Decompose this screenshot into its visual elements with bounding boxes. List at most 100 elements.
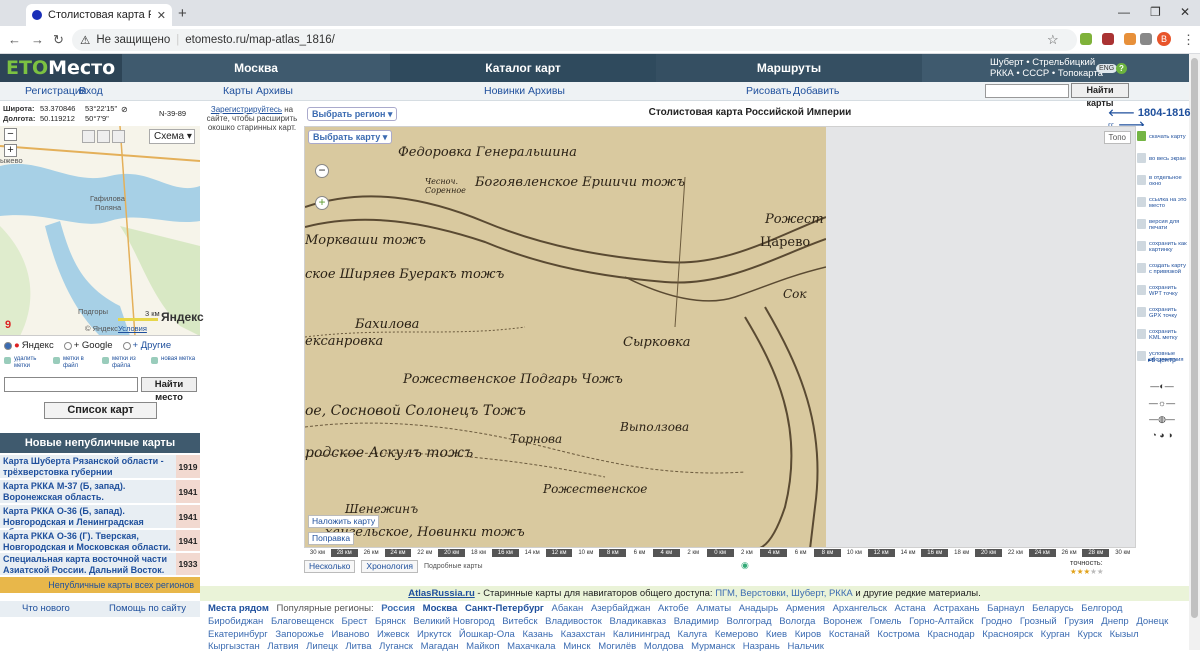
new-map-item[interactable]: Карта Шуберта Рязанской области - трёхве… <box>0 455 200 479</box>
city-link[interactable]: Казань <box>522 629 553 640</box>
new-map-item[interactable]: Карта РККА М-37 (Б, запад). Воронежская … <box>0 480 200 504</box>
city-link[interactable]: Великий Новгород <box>413 616 494 627</box>
center-button[interactable]: ▸в центр <box>1146 356 1178 366</box>
section-catalog[interactable]: Каталог карт <box>390 54 656 82</box>
detailed-maps-label[interactable]: Подробные карты <box>424 563 482 570</box>
menu-dots-icon[interactable]: ⋮ <box>1182 32 1195 48</box>
city-link[interactable]: Вологда <box>779 616 815 627</box>
city-link[interactable]: Беларусь <box>1032 603 1074 614</box>
new-map-item[interactable]: Специальная карта восточной части Азиатс… <box>0 553 200 576</box>
address-bar[interactable]: ⚠ Не защищено | etomesto.ru/map-atlas_18… <box>72 29 1077 51</box>
find-place-button[interactable]: Найти место <box>141 377 197 403</box>
atlas-link[interactable]: AtlasRussia.ru <box>408 588 475 599</box>
city-link[interactable]: Волгоград <box>727 616 772 627</box>
city-link[interactable]: Майкоп <box>466 641 499 652</box>
new-tab-icon[interactable]: + <box>178 5 187 22</box>
city-link[interactable]: Брянск <box>375 616 406 627</box>
news-link[interactable]: Новинки <box>484 85 525 97</box>
city-link[interactable]: Биробиджан <box>208 616 263 627</box>
map-list-button[interactable]: Список карт <box>44 402 157 419</box>
city-link[interactable]: Донецк <box>1136 616 1168 627</box>
delete-marks-button[interactable]: удалить метки <box>4 356 49 369</box>
map-tool-item[interactable]: скачать карту <box>1137 126 1189 148</box>
provider-other[interactable]: + Другие <box>122 340 171 351</box>
city-link[interactable]: Могилёв <box>598 641 636 652</box>
city-link[interactable]: Краснодар <box>927 629 974 640</box>
map-tool-item[interactable]: сохранить KML метку <box>1137 324 1189 346</box>
city-link[interactable]: Иркутск <box>417 629 451 640</box>
language-toggle[interactable]: ENG <box>1096 64 1118 73</box>
compass-icon[interactable]: ⊘ <box>121 105 128 114</box>
city-link[interactable]: Екатеринбург <box>208 629 268 640</box>
city-link[interactable]: Махачкала <box>507 641 555 652</box>
header-projects[interactable]: Шуберт • Стрельбицкий РККА • СССР • Топо… <box>990 57 1103 79</box>
city-link[interactable]: Архангельск <box>833 603 887 614</box>
city-link[interactable]: Нальчик <box>788 641 824 652</box>
page-scrollbar[interactable] <box>1189 54 1200 650</box>
city-link[interactable]: Калининград <box>613 629 670 640</box>
maps-link[interactable]: Карты <box>223 85 253 97</box>
city-link[interactable]: Красноярск <box>982 629 1033 640</box>
provider-google[interactable]: + Google <box>63 340 113 351</box>
city-link[interactable]: Анадырь <box>739 603 778 614</box>
map-tool-item[interactable]: в отдельное окно <box>1137 170 1189 192</box>
city-link[interactable]: Кострома <box>877 629 919 640</box>
region-link[interactable]: Москва <box>423 603 458 614</box>
close-window-icon[interactable]: ✕ <box>1180 5 1190 19</box>
rotate-icons[interactable]: ◔ ◕ ◑ <box>1146 430 1178 440</box>
city-link[interactable]: Иваново <box>332 629 370 640</box>
topo-toggle[interactable]: Топо <box>1103 131 1131 144</box>
city-link[interactable]: Днепр <box>1101 616 1128 627</box>
city-link[interactable]: Белгород <box>1081 603 1122 614</box>
city-link[interactable]: Киев <box>766 629 787 640</box>
city-link[interactable]: Назрань <box>743 641 780 652</box>
map-viewport[interactable]: Федоровка Генеральшина Богоявленское Ерш… <box>304 126 1136 548</box>
find-maps-input[interactable] <box>985 84 1069 98</box>
whats-new-link[interactable]: Что нового <box>22 603 70 614</box>
map-tool-item[interactable]: сохранить WPT точку <box>1137 280 1189 302</box>
new-map-item[interactable]: Карта РККА О-36 (Б, запад). Новгородская… <box>0 505 200 537</box>
city-link[interactable]: Магадан <box>421 641 459 652</box>
city-link[interactable]: Йошкар-Ола <box>459 629 515 640</box>
map-zoom-out-button[interactable]: − <box>315 164 329 178</box>
map-tool-item[interactable]: сохранить как картинку <box>1137 236 1189 258</box>
region-link[interactable]: Санкт-Петербург <box>465 603 544 614</box>
brightness-icon[interactable]: —☼— <box>1146 398 1178 408</box>
map-zoom-in-button[interactable]: + <box>315 196 329 210</box>
city-link[interactable]: Алматы <box>696 603 731 614</box>
section-routes[interactable]: Маршруты <box>656 54 922 82</box>
chronology-button[interactable]: Хронология <box>361 559 418 573</box>
city-link[interactable]: Запорожье <box>275 629 324 640</box>
region-link[interactable]: Россия <box>381 603 415 614</box>
city-link[interactable]: Воронеж <box>823 616 862 627</box>
city-link[interactable]: Минск <box>563 641 590 652</box>
city-link[interactable]: Луганск <box>379 641 413 652</box>
city-link[interactable]: Кыргызстан <box>208 641 260 652</box>
city-link[interactable]: Барнаул <box>987 603 1024 614</box>
city-link[interactable]: Актобе <box>658 603 689 614</box>
archives-catalog-link[interactable]: Архивы <box>528 85 565 97</box>
extensions-puzzle-icon[interactable] <box>1140 33 1152 45</box>
city-link[interactable]: Латвия <box>267 641 298 652</box>
place-search-input[interactable] <box>4 377 138 392</box>
profile-avatar[interactable]: B <box>1157 32 1171 46</box>
metamask-icon[interactable] <box>1124 33 1136 45</box>
city-link[interactable]: Азербайджан <box>591 603 650 614</box>
city-link[interactable]: Литва <box>345 641 371 652</box>
new-mark-button[interactable]: новая метка <box>151 356 196 369</box>
city-link[interactable]: Астана <box>895 603 926 614</box>
minimap-zoom-out-button[interactable]: − <box>4 128 17 141</box>
close-tab-icon[interactable]: ✕ <box>157 9 166 22</box>
city-link[interactable]: Благовещенск <box>271 616 334 627</box>
city-link[interactable]: Гродно <box>981 616 1012 627</box>
city-link[interactable]: Брест <box>341 616 367 627</box>
map-tool-item[interactable]: во весь экран <box>1137 148 1189 170</box>
select-region-button[interactable]: Выбрать регион ▾ <box>307 107 398 121</box>
add-link[interactable]: Добавить <box>793 85 839 97</box>
city-link[interactable]: Калуга <box>678 629 708 640</box>
marks-from-file-button[interactable]: метки из файла <box>102 356 147 369</box>
city-link[interactable]: Армения <box>786 603 825 614</box>
city-link[interactable]: Ижевск <box>377 629 409 640</box>
several-maps-button[interactable]: Несколько <box>304 559 356 573</box>
city-link[interactable]: Грозный <box>1020 616 1057 627</box>
